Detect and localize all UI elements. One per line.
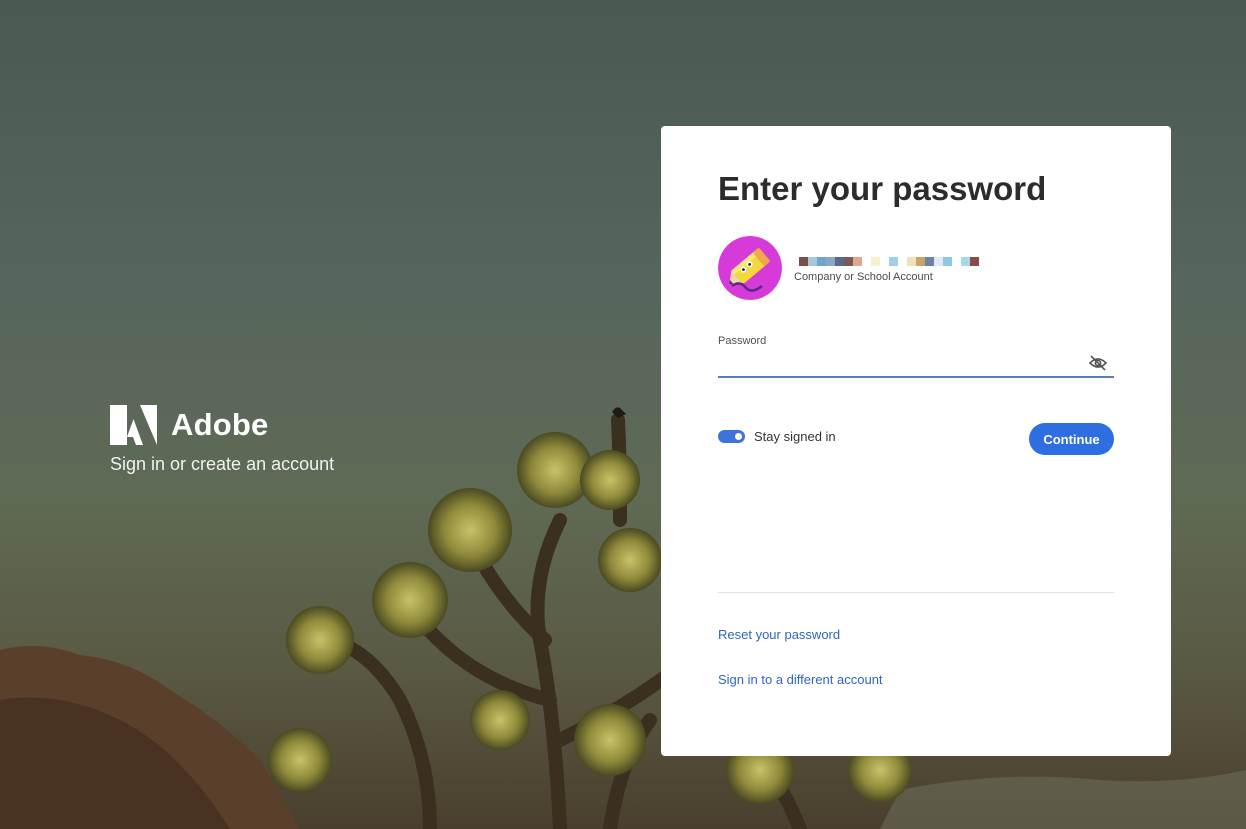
- brand-name: Adobe: [171, 407, 269, 442]
- redacted-email: [799, 257, 979, 266]
- continue-button[interactable]: Continue: [1029, 423, 1114, 455]
- reset-password-link[interactable]: Reset your password: [718, 627, 840, 642]
- brand-tagline: Sign in or create an account: [110, 454, 335, 474]
- stay-signed-in-toggle[interactable]: [718, 430, 745, 443]
- eye-off-icon[interactable]: [1088, 353, 1108, 373]
- different-account-link[interactable]: Sign in to a different account: [718, 672, 883, 687]
- pencil-avatar-icon: [718, 236, 782, 300]
- brand-row: Adobe: [110, 404, 334, 446]
- account-info: Company or School Account: [794, 257, 979, 283]
- password-input[interactable]: [718, 348, 1114, 378]
- brand-section: Adobe Sign in or create an account: [110, 404, 334, 475]
- password-label: Password: [718, 335, 767, 347]
- toggle-knob: [735, 433, 742, 440]
- sign-in-page: Adobe Sign in or create an account Enter…: [0, 0, 1246, 829]
- adobe-logo-icon: [110, 405, 157, 445]
- stay-signed-in-label: Stay signed in: [754, 429, 836, 444]
- account-summary: Company or School Account: [718, 236, 979, 300]
- divider: [718, 592, 1114, 593]
- account-type-label: Company or School Account: [794, 271, 933, 283]
- page-title: Enter your password: [718, 170, 1047, 207]
- password-card: Enter your password Company or School Ac…: [661, 126, 1171, 756]
- stay-signed-in-row: Stay signed in: [718, 429, 836, 444]
